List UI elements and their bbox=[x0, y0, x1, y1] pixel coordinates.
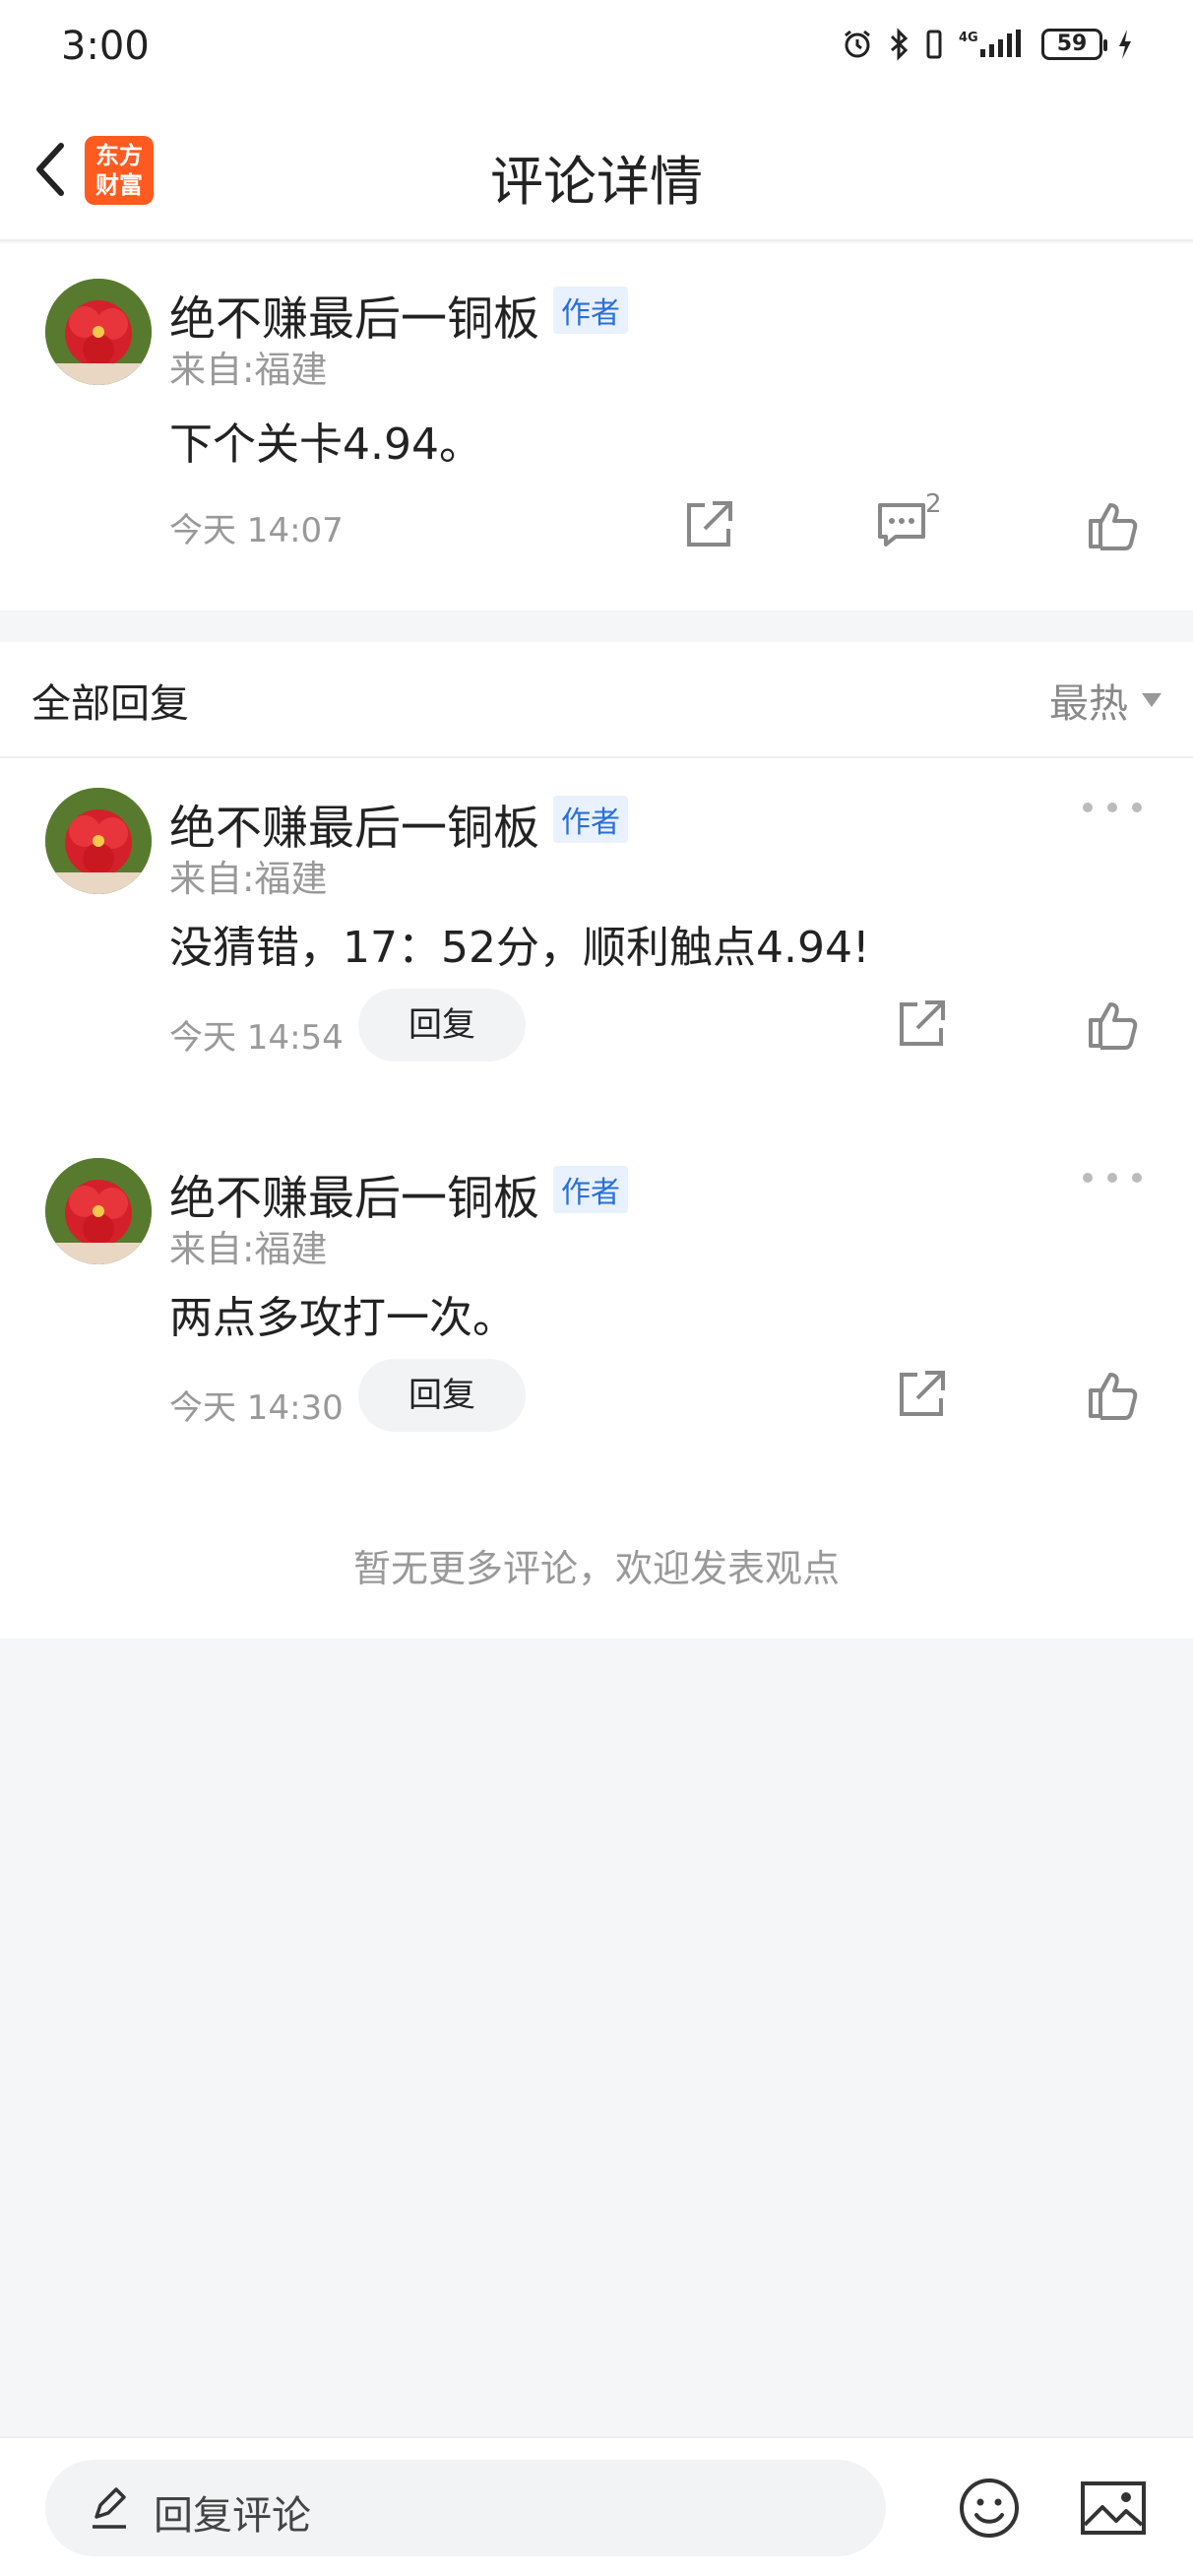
reply-button[interactable]: 回复 bbox=[358, 989, 526, 1062]
reply-time: 今天 14:30 bbox=[169, 1388, 344, 1428]
reply-count: 2 bbox=[925, 489, 942, 519]
author-name[interactable]: 绝不赚最后一铜板 bbox=[169, 1160, 539, 1228]
author-badge: 作者 bbox=[553, 796, 628, 843]
like-icon[interactable] bbox=[1083, 1365, 1142, 1424]
battery-indicator: 59 bbox=[1041, 29, 1107, 60]
chevron-down-icon bbox=[1142, 693, 1162, 707]
comment-icon[interactable] bbox=[872, 495, 931, 554]
image-icon[interactable] bbox=[1079, 2476, 1148, 2541]
replies-header: 全部回复 最热 bbox=[0, 642, 1193, 758]
author-badge: 作者 bbox=[553, 1166, 628, 1213]
reply-time: 今天 14:54 bbox=[169, 1018, 344, 1058]
emoji-icon[interactable] bbox=[957, 2476, 1022, 2541]
bottom-bar: 回复评论 bbox=[0, 2436, 1193, 2576]
replies-section: 全部回复 最热 绝不赚最后一铜板 作者 来自:福建 没猜错，17：52分，顺利触… bbox=[0, 642, 1193, 1639]
avatar[interactable] bbox=[45, 788, 152, 894]
status-icons: 4G 59 bbox=[841, 28, 1134, 61]
author-name[interactable]: 绝不赚最后一铜板 bbox=[169, 790, 539, 858]
reply-item: 绝不赚最后一铜板 作者 来自:福建 没猜错，17：52分，顺利触点4.94! 今… bbox=[0, 758, 1193, 1132]
reply-button[interactable]: 回复 bbox=[358, 1359, 526, 1432]
signal-4g-icon: 4G bbox=[959, 30, 1021, 57]
reply-input[interactable]: 回复评论 bbox=[45, 2460, 886, 2556]
share-icon[interactable] bbox=[892, 1365, 951, 1424]
location-label: 来自:福建 bbox=[169, 858, 328, 900]
nav-bar: 东方 财富 评论详情 bbox=[0, 98, 1193, 241]
sort-label: 最热 bbox=[1049, 681, 1128, 727]
reply-text: 没猜错，17：52分，顺利触点4.94! bbox=[169, 923, 870, 973]
like-icon[interactable] bbox=[1083, 995, 1142, 1054]
avatar[interactable] bbox=[45, 279, 152, 385]
status-time: 3:00 bbox=[61, 24, 150, 69]
more-options-icon[interactable] bbox=[1083, 1168, 1142, 1188]
share-icon[interactable] bbox=[679, 495, 738, 554]
author-name[interactable]: 绝不赚最后一铜板 bbox=[169, 281, 539, 349]
reply-item: 绝不赚最后一铜板 作者 来自:福建 两点多攻打一次。 今天 14:30 回复 bbox=[0, 1128, 1193, 1503]
sort-dropdown[interactable]: 最热 bbox=[1049, 672, 1162, 729]
no-more-comments: 暂无更多评论，欢迎发表观点 bbox=[352, 1547, 840, 1590]
avatar[interactable] bbox=[45, 1158, 152, 1264]
replies-title: 全部回复 bbox=[31, 681, 189, 727]
location-label: 来自:福建 bbox=[169, 1228, 328, 1270]
bluetooth-icon bbox=[890, 28, 909, 61]
vibrate-icon bbox=[926, 30, 942, 59]
status-bar: 3:00 4G 59 bbox=[0, 0, 1193, 98]
like-icon[interactable] bbox=[1083, 495, 1142, 554]
charging-icon bbox=[1119, 30, 1131, 59]
svg-text:4G: 4G bbox=[959, 31, 978, 45]
comment-time: 今天 14:07 bbox=[169, 511, 344, 550]
comment-text: 下个关卡4.94。 bbox=[169, 419, 482, 470]
more-options-icon[interactable] bbox=[1083, 798, 1142, 817]
author-badge: 作者 bbox=[553, 287, 628, 334]
reply-input-placeholder: 回复评论 bbox=[154, 2493, 311, 2539]
page-title: 评论详情 bbox=[490, 151, 703, 213]
location-label: 来自:福建 bbox=[169, 349, 328, 391]
alarm-icon bbox=[845, 30, 870, 58]
reply-text: 两点多攻打一次。 bbox=[169, 1293, 516, 1343]
main-comment: 绝不赚最后一铜板 作者 来自:福建 下个关卡4.94。 今天 14:07 2 bbox=[0, 243, 1193, 611]
share-icon[interactable] bbox=[892, 995, 951, 1054]
pen-icon bbox=[93, 2487, 126, 2529]
